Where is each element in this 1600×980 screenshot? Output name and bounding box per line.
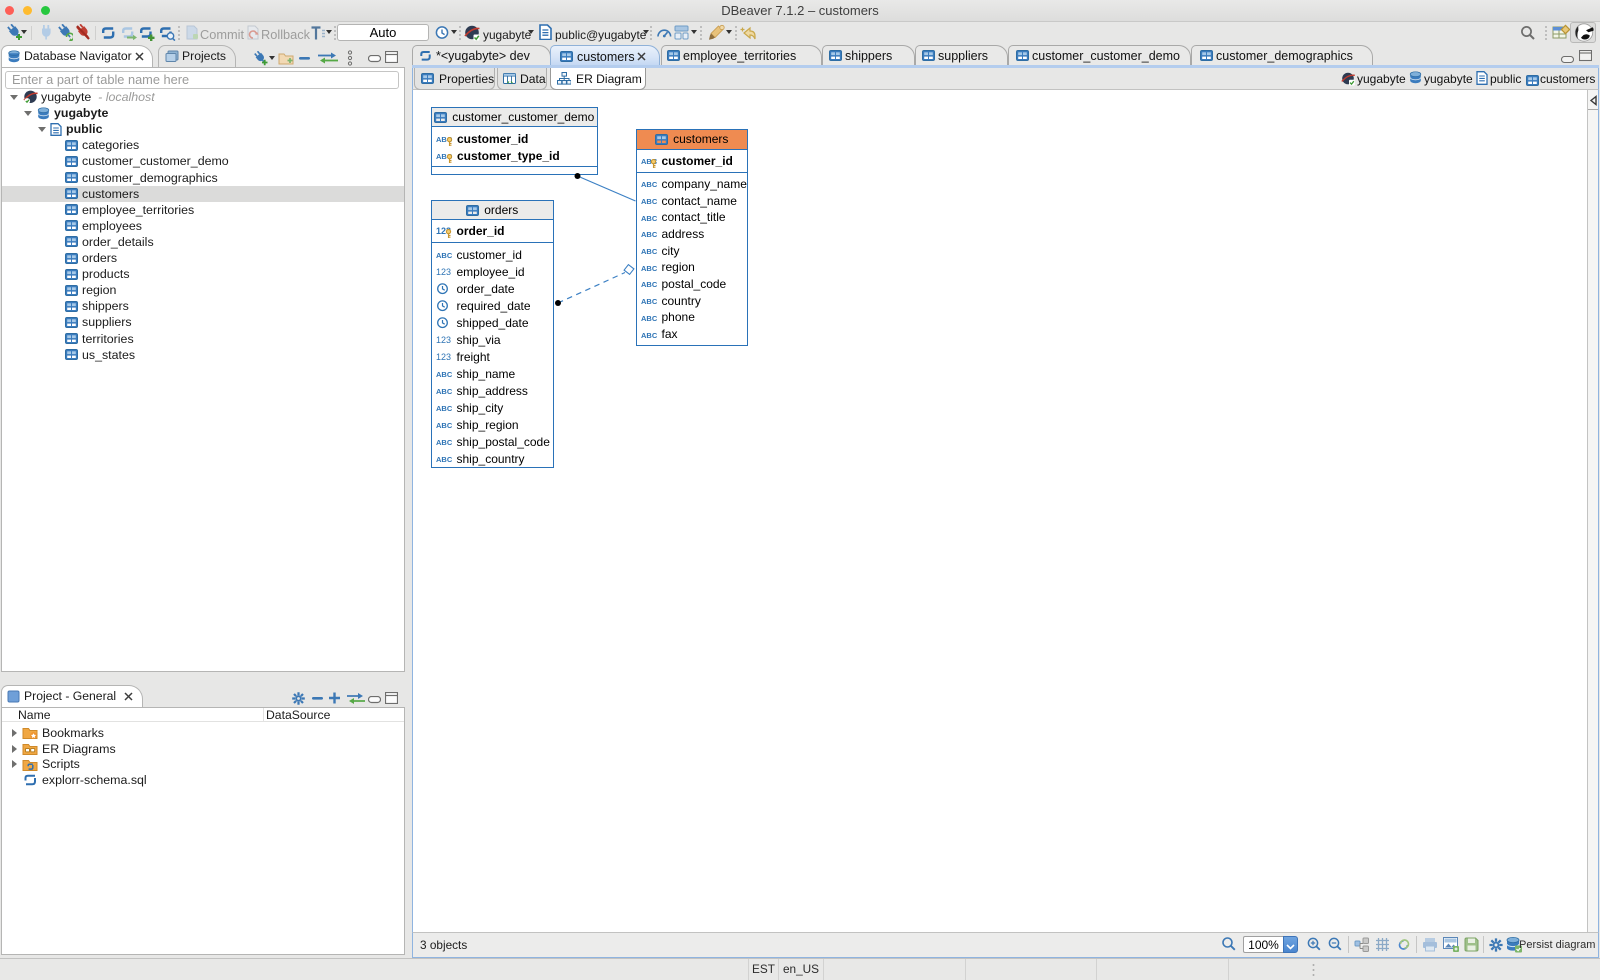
svg-text:ABC: ABC — [641, 214, 657, 222]
svg-text:ABC: ABC — [436, 455, 452, 463]
svg-text:ABC: ABC — [436, 387, 452, 395]
svg-text:ABC: ABC — [436, 404, 452, 412]
svg-text:ABC: ABC — [641, 230, 657, 238]
svg-text:ABC: ABC — [436, 251, 452, 259]
svg-text:ABC: ABC — [436, 370, 452, 378]
svg-text:ABC: ABC — [641, 180, 657, 188]
svg-text:123: 123 — [436, 267, 451, 276]
svg-text:ABC: ABC — [436, 438, 452, 446]
svg-text:ABC: ABC — [641, 247, 657, 255]
svg-text:123: 123 — [436, 352, 451, 361]
svg-text:123: 123 — [436, 335, 451, 344]
svg-text:ABC: ABC — [641, 280, 657, 288]
svg-text:ABC: ABC — [641, 297, 657, 305]
svg-text:ABC: ABC — [641, 264, 657, 272]
svg-text:ABC: ABC — [641, 197, 657, 205]
svg-text:ABC: ABC — [641, 331, 657, 339]
svg-text:ABC: ABC — [436, 421, 452, 429]
svg-text:ABC: ABC — [641, 314, 657, 322]
